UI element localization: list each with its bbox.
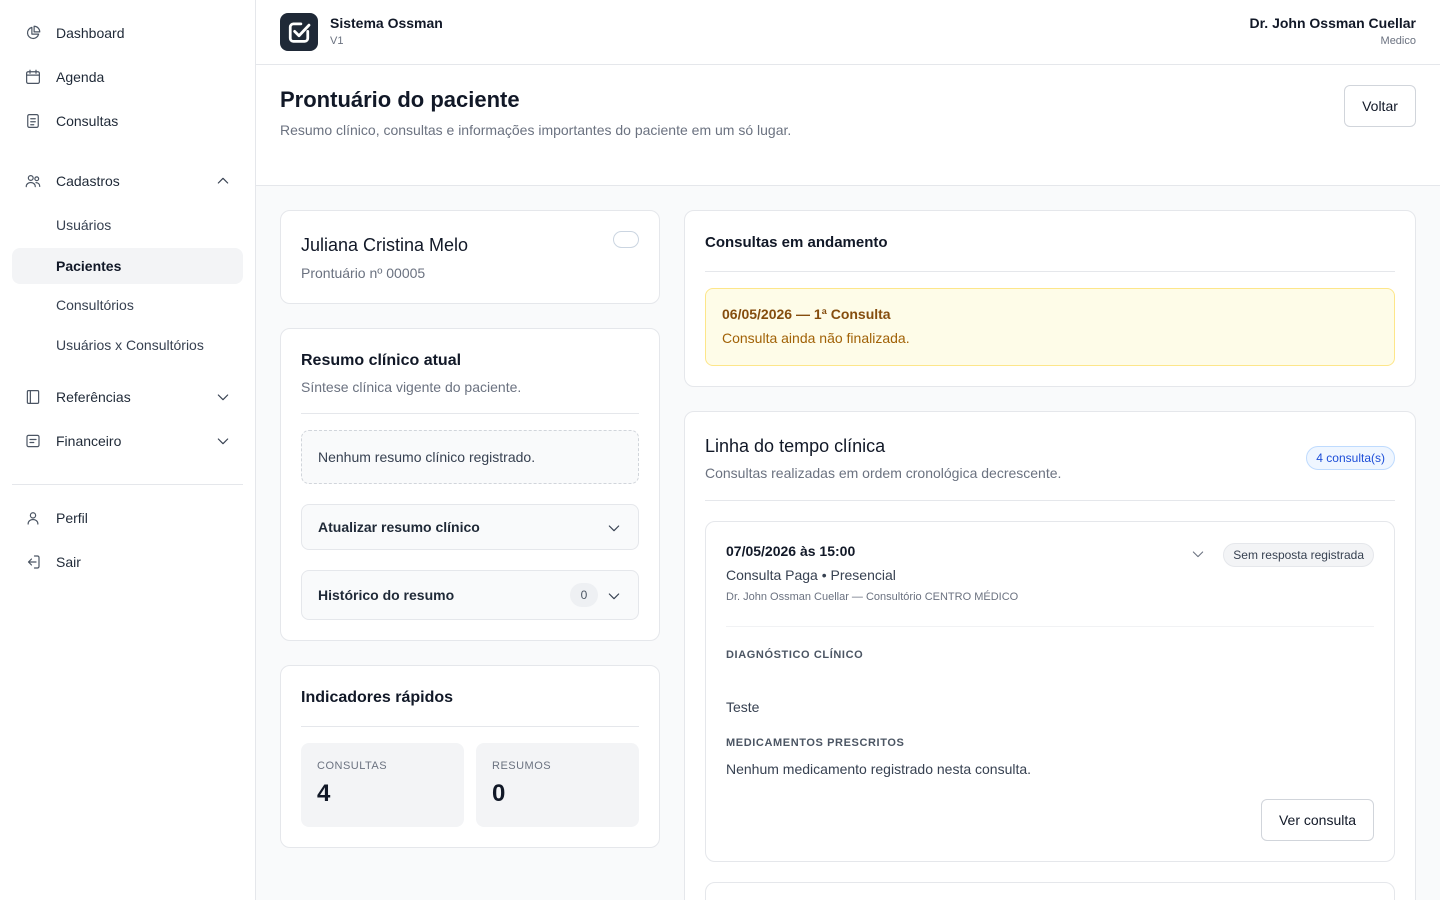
timeline-entry [705, 882, 1395, 900]
stat-value: 4 [317, 780, 331, 807]
sidebar-item-label: Sair [56, 554, 81, 570]
user-role: Medico [1380, 35, 1416, 47]
divider [705, 271, 1395, 272]
user-icon [24, 509, 42, 527]
sidebar-item-dashboard[interactable]: Dashboard [12, 15, 243, 51]
ongoing-consultation-desc: Consulta ainda não finalizada. [722, 330, 910, 346]
brand-version: V1 [330, 35, 344, 47]
sidebar-subitem-label: Usuários x Consultórios [56, 337, 204, 353]
logout-icon [24, 553, 42, 571]
consultation-count-badge: 4 consulta(s) [1306, 446, 1395, 470]
sidebar-item-label: Financeiro [56, 433, 122, 449]
topbar: Sistema Ossman V1 Dr. John Ossman Cuella… [256, 0, 1440, 65]
quick-indicators-title: Indicadores rápidos [301, 689, 454, 706]
summary-history-accordion[interactable]: Histórico do resumo 0 [301, 570, 639, 620]
main-content: Juliana Cristina Melo Prontuário nº 0000… [256, 186, 1440, 900]
sidebar-item-sair[interactable]: Sair [12, 544, 243, 580]
divider [301, 413, 639, 414]
view-consultation-button[interactable]: Ver consulta [1261, 799, 1374, 841]
divider [705, 500, 1395, 501]
patient-card: Juliana Cristina Melo Prontuário nº 0000… [280, 210, 660, 304]
sidebar-subitem-usuarios[interactable]: Usuários [12, 207, 243, 243]
sidebar-item-financeiro[interactable]: Financeiro [12, 423, 243, 459]
empty-message: Nenhum resumo clínico registrado. [318, 449, 536, 465]
clinical-timeline-card: Linha do tempo clínica Consultas realiza… [684, 411, 1416, 900]
clinical-summary-card: Resumo clínico atual Síntese clínica vig… [280, 328, 660, 641]
stat-label: RESUMOS [492, 760, 552, 772]
stat-value: 0 [492, 780, 506, 807]
accordion-label: Atualizar resumo clínico [318, 519, 480, 535]
chevron-down-icon [215, 433, 231, 449]
quick-indicators-card: Indicadores rápidos CONSULTAS 4 RESUMOS … [280, 665, 660, 848]
clinical-summary-subtitle: Síntese clínica vigente do paciente. [301, 379, 522, 395]
sidebar-item-agenda[interactable]: Agenda [12, 59, 243, 95]
sidebar-subitem-label: Consultórios [56, 297, 134, 313]
sidebar-divider [12, 484, 243, 485]
timeline-subtitle: Consultas realizadas em ordem cronológic… [705, 465, 1062, 481]
medications-text: Nenhum medicamento registrado nesta cons… [726, 761, 1032, 777]
accordion-label: Histórico do resumo [318, 587, 455, 603]
patient-name: Juliana Cristina Melo [301, 235, 469, 255]
diagnosis-label: DIAGNÓSTICO CLÍNICO [726, 649, 864, 661]
consultation-type: Consulta Paga • Presencial [726, 567, 896, 583]
consultation-date: 07/05/2026 às 15:00 [726, 543, 856, 559]
page-header: Prontuário do paciente Resumo clínico, c… [256, 65, 1440, 186]
sidebar-subitem-usuarios-consultorios[interactable]: Usuários x Consultórios [12, 327, 243, 363]
sidebar-item-label: Dashboard [56, 25, 125, 41]
sidebar-item-label: Referências [56, 389, 131, 405]
timeline-title: Linha do tempo clínica [705, 436, 886, 456]
sidebar-subitem-label: Usuários [56, 217, 112, 233]
medications-label: MEDICAMENTOS PRESCRITOS [726, 737, 905, 749]
chevron-down-icon [215, 389, 231, 405]
sidebar-item-label: Consultas [56, 113, 119, 129]
checkbox-check-icon [288, 22, 311, 43]
calendar-icon [24, 68, 42, 86]
chevron-down-icon [606, 588, 622, 604]
page-subtitle: Resumo clínico, consultas e informações … [280, 122, 792, 138]
back-button[interactable]: Voltar [1344, 85, 1416, 127]
clinical-summary-empty: Nenhum resumo clínico registrado. [301, 430, 639, 484]
status-badge: Sem resposta registrada [1223, 543, 1374, 567]
chevron-up-icon [215, 173, 231, 189]
ongoing-consultation-title: 06/05/2026 — 1ª Consulta [722, 306, 891, 322]
book-icon [24, 388, 42, 406]
clinical-summary-title: Resumo clínico atual [301, 352, 462, 369]
chevron-down-icon [606, 520, 622, 536]
ongoing-consultation-alert[interactable]: 06/05/2026 — 1ª Consulta Consulta ainda … [705, 288, 1395, 366]
sidebar-item-label: Perfil [56, 510, 88, 526]
document-icon [24, 112, 42, 130]
sidebar-subitem-pacientes[interactable]: Pacientes [12, 248, 243, 284]
brand-logo [280, 13, 318, 51]
page-title: Prontuário do paciente [280, 87, 520, 112]
sidebar-subitem-consultorios[interactable]: Consultórios [12, 287, 243, 323]
ongoing-consultations-card: Consultas em andamento 06/05/2026 — 1ª C… [684, 210, 1416, 387]
users-icon [24, 172, 42, 190]
stat-label: CONSULTAS [317, 760, 388, 772]
sidebar-item-label: Agenda [56, 69, 105, 85]
divider [726, 626, 1374, 627]
sidebar-subitem-label: Pacientes [56, 258, 122, 274]
patient-record-number: Prontuário nº 00005 [301, 265, 426, 281]
update-summary-accordion[interactable]: Atualizar resumo clínico [301, 504, 639, 550]
divider [301, 726, 639, 727]
sidebar-item-cadastros[interactable]: Cadastros [12, 163, 243, 199]
sidebar-item-label: Cadastros [56, 173, 120, 189]
chart-pie-icon [24, 24, 42, 42]
sidebar-item-consultas[interactable]: Consultas [12, 103, 243, 139]
sidebar-item-referencias[interactable]: Referências [12, 379, 243, 415]
sidebar-item-perfil[interactable]: Perfil [12, 500, 243, 536]
history-count-badge: 0 [570, 583, 598, 607]
stat-consultas: CONSULTAS 4 [301, 743, 464, 827]
sidebar: Dashboard Agenda Consultas Cadastros Usu… [0, 0, 256, 900]
patient-toggle[interactable] [613, 231, 639, 248]
diagnosis-text: Teste [726, 699, 760, 715]
consultation-doctor: Dr. John Ossman Cuellar — Consultório CE… [726, 591, 1019, 603]
user-name[interactable]: Dr. John Ossman Cuellar [1250, 15, 1417, 31]
ongoing-title: Consultas em andamento [705, 234, 888, 251]
timeline-entry: 07/05/2026 às 15:00 Consulta Paga • Pres… [705, 521, 1395, 862]
receipt-icon [24, 432, 42, 450]
brand-name: Sistema Ossman [330, 15, 443, 31]
stat-resumos: RESUMOS 0 [476, 743, 639, 827]
chevron-down-icon[interactable] [1190, 546, 1206, 562]
